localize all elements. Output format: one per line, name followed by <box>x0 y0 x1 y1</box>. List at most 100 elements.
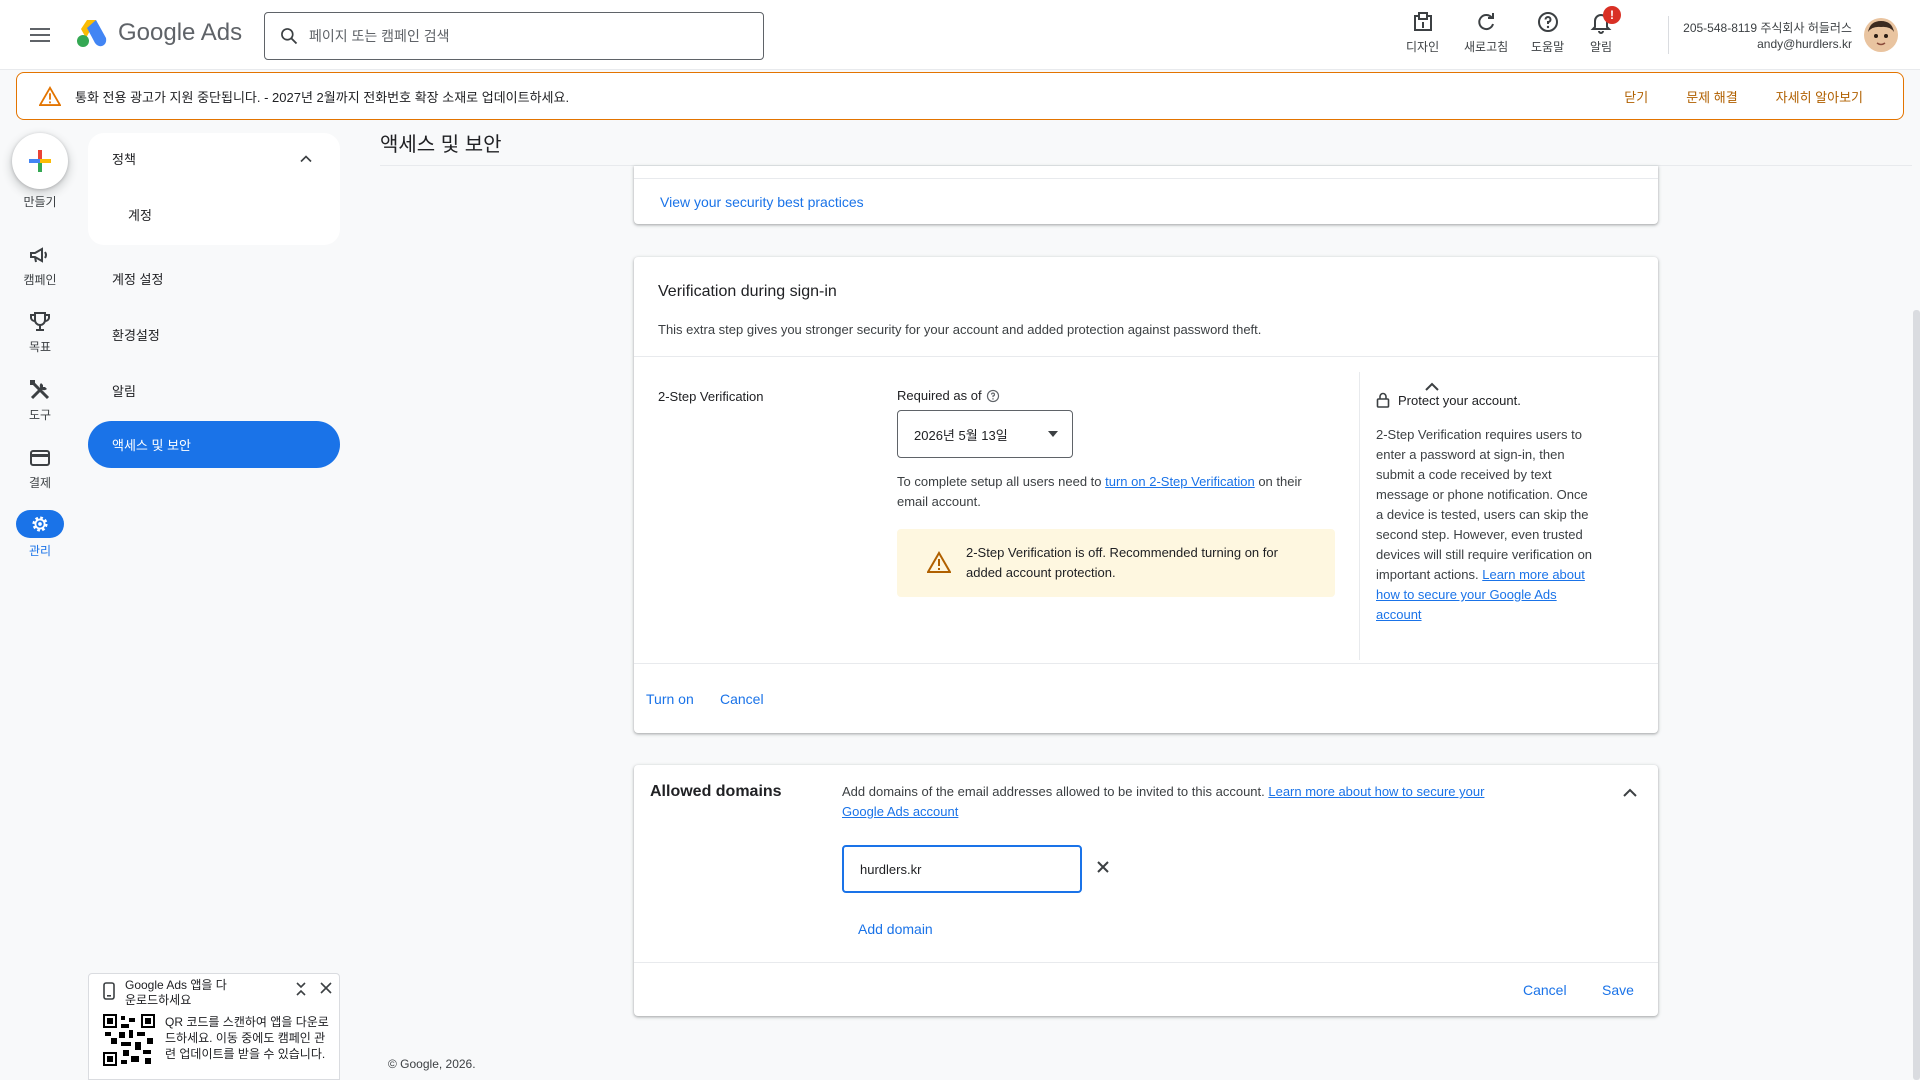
appearance-label: 디자인 <box>1406 40 1440 54</box>
collapse-domains-chevron-up-icon[interactable] <box>1618 781 1642 805</box>
notification-badge: ! <box>1603 6 1621 24</box>
verification-cancel-button[interactable]: Cancel <box>720 691 764 707</box>
2sv-off-warning: 2-Step Verification is off. Recommended … <box>897 529 1335 597</box>
remove-domain-close-icon[interactable] <box>1096 860 1110 874</box>
verification-title: Verification during sign-in <box>658 283 837 300</box>
google-ads-logo[interactable]: Google Ads <box>76 18 242 48</box>
domain-input[interactable] <box>842 845 1082 893</box>
page-title: 액세스 및 보안 <box>380 134 502 156</box>
notifications-label: 알림 <box>1589 40 1613 54</box>
side-explanation: 2-Step Verification requires users to en… <box>1376 425 1594 625</box>
appearance-icon <box>1413 12 1432 31</box>
chevron-up-icon[interactable] <box>296 149 316 169</box>
warning-triangle-icon <box>927 551 951 573</box>
security-best-practices-link[interactable]: View your security best practices <box>660 194 864 210</box>
rail-billing-label: 결제 <box>28 476 52 490</box>
subnav-item-preferences[interactable]: 환경설정 <box>112 325 160 344</box>
domains-cancel-button[interactable]: Cancel <box>1523 982 1567 998</box>
notifications-button[interactable]: ! 알림 <box>1589 6 1621 55</box>
turn-on-2sv-link[interactable]: turn on 2-Step Verification <box>1105 474 1255 489</box>
refresh-label: 새로고침 <box>1464 40 1509 54</box>
help-outline-icon[interactable] <box>986 389 1000 403</box>
phone-icon <box>103 982 115 1000</box>
header-divider <box>1668 16 1669 54</box>
account-switcher[interactable]: 205-548-8119 주식회사 허들러스 andy@hurdlers.kr <box>1683 20 1852 52</box>
deprecation-banner: 통화 전용 광고가 지원 중단됩니다. - 2027년 2월까지 전화번호 확장… <box>16 72 1904 120</box>
gear-icon <box>32 516 48 532</box>
app-download-promo: Google Ads 앱을 다운로드하세요 QR 코드를 스캔하여 앱을 다운로… <box>88 973 340 1080</box>
rail-goals-label: 목표 <box>28 340 52 354</box>
rail-campaigns-label: 캠페인 <box>23 273 57 287</box>
2sv-off-warning-text: 2-Step Verification is off. Recommended … <box>966 545 1278 580</box>
help-button[interactable]: 도움말 <box>1531 10 1564 55</box>
rail-admin[interactable]: 관리 <box>0 510 80 559</box>
required-as-of-label: Required as of <box>897 388 982 403</box>
rail-tools-label: 도구 <box>28 408 52 422</box>
required-date-select[interactable]: 2026년 5월 13일 <box>897 410 1073 458</box>
collapse-promo-icon[interactable] <box>295 982 307 996</box>
side-explanation-body: 2-Step Verification requires users to en… <box>1376 427 1593 582</box>
subnav-item-access-security-label: 액세스 및 보안 <box>112 438 191 453</box>
rail-admin-active-indicator[interactable] <box>16 510 64 538</box>
create-fab[interactable] <box>12 133 68 189</box>
page-scrollbar[interactable] <box>1913 310 1920 1080</box>
rail-tools[interactable]: 도구 <box>0 378 80 423</box>
setup-prefix: To complete setup all users need to <box>897 474 1106 489</box>
footer-copyright: © Google, 2026. <box>388 1057 476 1071</box>
rail-billing[interactable]: 결제 <box>0 446 80 491</box>
search-icon <box>281 28 298 45</box>
rail-create-button[interactable]: 만들기 <box>0 133 80 210</box>
rail-admin-label: 관리 <box>28 544 52 558</box>
subnav-policy-group: 정책 계정 <box>88 133 340 245</box>
banner-message: 통화 전용 광고가 지원 중단됩니다. - 2027년 2월까지 전화번호 확장… <box>75 89 570 105</box>
rail-goals[interactable]: 목표 <box>0 310 80 355</box>
help-label: 도움말 <box>1531 40 1565 54</box>
protect-account-heading: Protect your account. <box>1376 392 1521 408</box>
banner-dismiss-button[interactable]: 닫기 <box>1624 87 1648 106</box>
refresh-button[interactable]: 새로고침 <box>1464 10 1508 55</box>
allowed-domains-title: Allowed domains <box>650 783 782 800</box>
turn-on-button[interactable]: Turn on <box>646 691 694 707</box>
subnav-item-account-settings[interactable]: 계정 설정 <box>112 269 163 288</box>
trophy-icon <box>30 312 50 331</box>
refresh-icon <box>1478 13 1495 31</box>
avatar[interactable] <box>1864 18 1898 52</box>
subnav-item-notifications[interactable]: 알림 <box>112 381 136 400</box>
verification-card: Verification during sign-in This extra s… <box>634 257 1658 733</box>
account-email: andy@hurdlers.kr <box>1757 37 1852 51</box>
plus-icon <box>29 150 51 172</box>
verification-description: This extra step gives you stronger secur… <box>658 322 1262 337</box>
warning-icon <box>39 86 61 106</box>
dropdown-arrow-icon <box>1048 431 1058 437</box>
megaphone-icon <box>30 247 47 263</box>
protect-account-title: Protect your account. <box>1398 392 1521 408</box>
lock-icon <box>1376 392 1390 408</box>
main-menu-icon[interactable] <box>24 23 56 47</box>
banner-troubleshoot-button[interactable]: 문제 해결 <box>1686 87 1737 106</box>
account-customer-id: 205-548-8119 주식회사 허들러스 <box>1683 21 1852 35</box>
domains-save-button[interactable]: Save <box>1602 982 1634 998</box>
subnav-item-access-security[interactable]: 액세스 및 보안 <box>88 421 340 468</box>
brand-name: Google Ads <box>118 19 243 46</box>
close-promo-icon[interactable] <box>320 982 332 994</box>
top-app-bar: Google Ads 디자인 새로고침 도움말 ! 알림 205-548-811… <box>0 0 1920 70</box>
help-icon <box>1537 12 1558 32</box>
banner-learn-more-button[interactable]: 자세히 알아보기 <box>1776 87 1863 106</box>
qr-code-image <box>103 1014 155 1066</box>
subnav-policy-header[interactable]: 정책 <box>112 149 136 168</box>
appearance-button[interactable]: 디자인 <box>1406 10 1439 55</box>
google-ads-logo-icon <box>77 20 107 47</box>
rail-campaigns[interactable]: 캠페인 <box>0 243 80 288</box>
required-as-of: Required as of <box>897 388 1000 403</box>
search-input[interactable] <box>309 28 729 44</box>
tools-icon <box>30 380 50 400</box>
add-domain-button[interactable]: Add domain <box>858 921 933 937</box>
rail-create-label: 만들기 <box>23 195 57 209</box>
allowed-domains-card: Allowed domains Add domains of the email… <box>634 765 1658 1016</box>
promo-body: QR 코드를 스캔하여 앱을 다운로드하세요. 이동 중에도 캠페인 관련 업데… <box>165 1015 329 1061</box>
allowed-domains-description-text: Add domains of the email addresses allow… <box>842 784 1269 799</box>
search-box[interactable] <box>264 12 764 60</box>
allowed-domains-description: Add domains of the email addresses allow… <box>842 782 1512 822</box>
two-step-row-label: 2-Step Verification <box>658 389 764 404</box>
subnav-item-account[interactable]: 계정 <box>128 205 152 224</box>
